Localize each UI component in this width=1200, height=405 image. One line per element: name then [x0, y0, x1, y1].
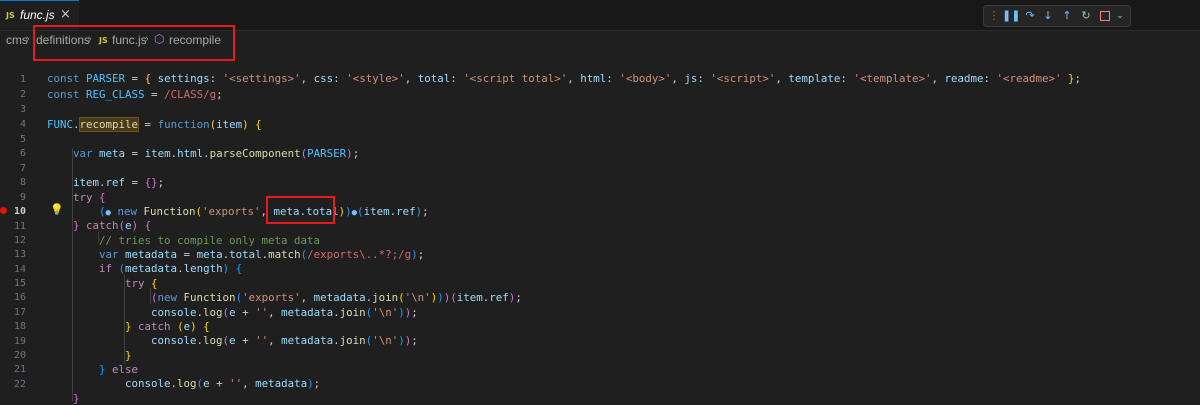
code-line-19: console.log(e + '', metadata.join('\n'))…: [151, 334, 418, 347]
breadcrumb-item-cms[interactable]: cms: [6, 33, 28, 47]
code-line-11: } catch(e) {: [73, 219, 152, 232]
drag-grip-icon[interactable]: ⋮: [986, 8, 1002, 24]
code-line-13: var metadata = meta.total.match(/exports…: [99, 248, 425, 261]
code-line-8: item.ref = {};: [73, 176, 165, 189]
line-number: 13: [13, 249, 26, 260]
code-line-14: if (metadata.length) {: [99, 262, 243, 275]
code-line-12: // tries to compile only meta data: [99, 234, 321, 247]
code-line-10: (● new Function('exports', meta.total))●…: [99, 205, 429, 218]
line-number: 6: [19, 148, 26, 159]
breadcrumb-separator: ›: [26, 33, 30, 45]
close-icon[interactable]: ×: [60, 7, 71, 22]
line-number: 21: [13, 364, 26, 375]
line-number: 8: [19, 177, 26, 188]
line-number: 16: [13, 292, 26, 303]
annotation-box-breadcrumb: [33, 25, 235, 61]
code-line-9: try {: [73, 191, 106, 204]
line-number: 20: [13, 350, 26, 361]
step-over-icon[interactable]: ↷: [1022, 8, 1038, 24]
line-number: 9: [19, 192, 26, 203]
step-into-icon[interactable]: ↓: [1040, 8, 1056, 24]
step-out-icon[interactable]: ↑: [1059, 8, 1075, 24]
code-line-1: const PARSER = { settings: '<settings>',…: [47, 72, 1082, 85]
stop-icon: [1100, 11, 1110, 21]
code-line-20: }: [125, 349, 132, 362]
line-number: 22: [13, 379, 26, 390]
chevron-down-icon[interactable]: ⌄: [1112, 8, 1128, 24]
stop-button[interactable]: [1097, 8, 1113, 24]
restart-icon[interactable]: ↻: [1078, 8, 1094, 24]
tab-label: func.js: [20, 8, 55, 22]
line-number: 5: [19, 134, 26, 145]
line-number: 2: [19, 89, 26, 100]
lightbulb-icon[interactable]: 💡: [50, 203, 64, 216]
debug-toolbar: ⋮ ❚❚ ↷ ↓ ↑ ↻ ⌄: [983, 5, 1131, 27]
line-number: 7: [19, 163, 26, 174]
line-number: 17: [13, 307, 26, 318]
line-number: 12: [13, 235, 26, 246]
code-line-18: } catch (e) {: [125, 320, 210, 333]
line-number: 15: [13, 278, 26, 289]
line-number: 4: [19, 119, 26, 130]
line-number: 18: [13, 321, 26, 332]
pause-icon[interactable]: ❚❚: [1002, 8, 1020, 24]
code-editor[interactable]: 1 2 3 4 5 6 7 8 9 10 11 12 13 14 15 16 17 18 19 20 21 22 💡 co…: [0, 70, 1200, 405]
code-line-2: const REG_CLASS = /CLASS/g;: [47, 88, 223, 101]
breakpoint-icon[interactable]: [0, 207, 7, 214]
javascript-file-icon: JS: [6, 11, 15, 20]
code-line-6: var meta = item.html.parseComponent(PARS…: [73, 147, 360, 160]
code-line-4: FUNC.recompile = function(item) {: [47, 117, 262, 132]
line-number: 1: [19, 74, 26, 85]
annotation-box-meta-total: [266, 196, 335, 224]
code-line-22: console.log(e + '', metadata);: [125, 377, 321, 390]
line-number: 19: [13, 336, 26, 347]
line-number: 11: [13, 221, 26, 232]
code-line-23: }: [73, 392, 80, 405]
code-line-17: console.log(e + '', metadata.join('\n'))…: [151, 306, 418, 319]
line-number: 14: [13, 264, 26, 275]
line-number: 3: [19, 104, 26, 115]
code-line-21: } else: [99, 363, 139, 376]
code-line-16: (new Function('exports', metadata.join('…: [151, 291, 522, 304]
code-line-15: try {: [125, 277, 158, 290]
